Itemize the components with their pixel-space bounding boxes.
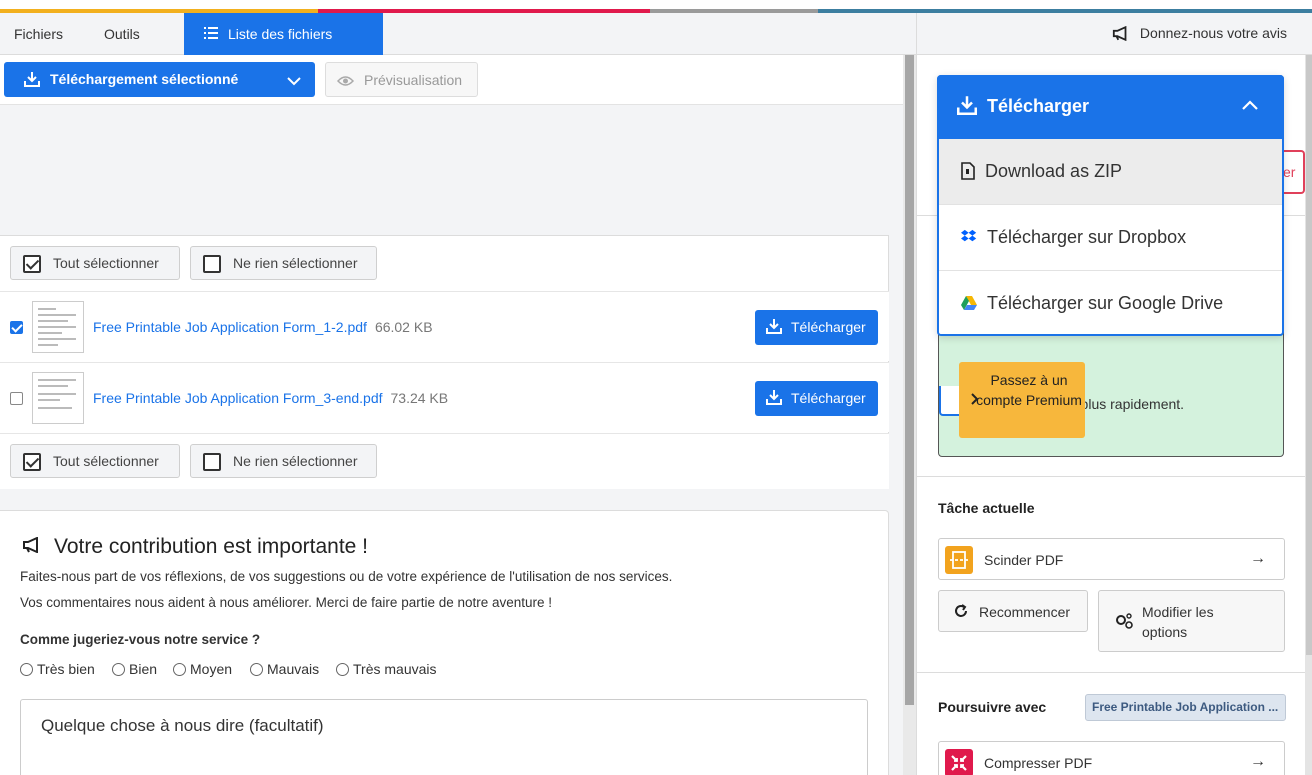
rating-option-very-bad[interactable]: Très mauvais xyxy=(336,661,437,677)
feedback-title: Votre contribution est importante ! xyxy=(54,535,369,558)
divider xyxy=(917,672,1305,673)
premium-upgrade-button[interactable]: Passez à un compte Premium xyxy=(959,362,1085,438)
select-all-button[interactable]: Tout sélectionner xyxy=(10,444,180,478)
file-list-pane: Fichiers Outils Liste des fichiers Téléc… xyxy=(0,13,916,775)
download-tray-icon xyxy=(766,310,782,345)
file-checkbox[interactable] xyxy=(10,392,23,405)
file-download-button[interactable]: Télécharger xyxy=(755,381,878,416)
file-size: 66.02 KB xyxy=(374,319,433,335)
checkbox-empty-icon xyxy=(203,453,221,471)
dropbox-option[interactable]: Télécharger sur Dropbox xyxy=(939,205,1282,271)
rating-question: Comme jugeriez-vous notre service ? xyxy=(20,632,261,647)
tab-tools[interactable]: Outils xyxy=(90,13,154,55)
tab-bar: Fichiers Outils Liste des fichiers xyxy=(0,13,916,55)
rating-option-very-good[interactable]: Très bien xyxy=(20,661,95,677)
left-scrollbar[interactable] xyxy=(903,55,916,775)
select-all-button[interactable]: Tout sélectionner xyxy=(10,246,180,280)
feedback-card: Votre contribution est importante ! Fait… xyxy=(0,510,889,775)
preview-button[interactable]: Prévisualisation xyxy=(325,62,478,97)
selection-footer: Tout sélectionner Ne rien sélectionner xyxy=(0,433,889,489)
file-row: Free Printable Job Application Form_1-2.… xyxy=(0,291,889,361)
zip-file-icon xyxy=(961,162,975,185)
download-tray-icon xyxy=(766,381,782,416)
download-dropdown-toggle[interactable]: Télécharger xyxy=(937,75,1284,139)
checkbox-checked-icon xyxy=(23,255,41,273)
selected-file-chip[interactable]: Free Printable Job Application ... xyxy=(1085,694,1286,721)
tab-file-list[interactable]: Liste des fichiers xyxy=(184,13,383,55)
checkbox-checked-icon xyxy=(23,453,41,471)
next-task-card[interactable]: Compresser PDF → xyxy=(938,741,1285,775)
file-thumbnail xyxy=(32,372,84,424)
download-tray-icon xyxy=(957,95,977,120)
restart-button[interactable]: Recommencer xyxy=(938,590,1088,632)
chevron-down-icon xyxy=(287,73,301,89)
toolbar: Téléchargement sélectionné Prévisualisat… xyxy=(0,55,903,105)
rating-option-good[interactable]: Bien xyxy=(112,661,157,677)
arrow-right-icon: → xyxy=(1250,753,1266,770)
sidebar-scrollbar[interactable] xyxy=(1305,55,1312,775)
rating-option-average[interactable]: Moyen xyxy=(173,661,232,677)
download-zip-option[interactable]: Download as ZIP xyxy=(939,139,1282,205)
dropbox-icon xyxy=(961,228,977,249)
partial-button[interactable]: er xyxy=(1283,150,1305,194)
feedback-description: Vos commentaires nous aident à nous amél… xyxy=(20,595,553,610)
scrollbar-thumb[interactable] xyxy=(1306,55,1312,655)
top-brand-stripe xyxy=(0,0,1312,13)
rating-option-bad[interactable]: Mauvais xyxy=(250,661,319,677)
split-pdf-icon xyxy=(945,546,973,574)
modify-options-button[interactable]: Modifier les options xyxy=(1098,590,1285,652)
megaphone-icon xyxy=(22,536,42,558)
download-tray-icon xyxy=(24,71,40,90)
scrollbar-thumb[interactable] xyxy=(905,55,914,705)
gears-icon xyxy=(1114,612,1134,633)
current-task-title: Tâche actuelle xyxy=(938,500,1035,516)
file-checkbox[interactable] xyxy=(10,321,23,334)
file-name-link[interactable]: Free Printable Job Application Form_3-en… xyxy=(93,390,448,406)
refresh-icon xyxy=(953,603,969,622)
select-none-button[interactable]: Ne rien sélectionner xyxy=(190,444,377,478)
download-selected-button[interactable]: Téléchargement sélectionné xyxy=(4,62,315,97)
list-icon xyxy=(204,13,218,55)
tab-files[interactable]: Fichiers xyxy=(0,13,77,55)
compress-pdf-icon xyxy=(945,749,973,775)
google-drive-option[interactable]: Télécharger sur Google Drive xyxy=(939,271,1282,337)
chevron-right-icon xyxy=(971,390,979,410)
file-list: Tout sélectionner Ne rien sélectionner F… xyxy=(0,235,889,489)
feedback-textarea[interactable]: Quelque chose à nous dire (facultatif) xyxy=(20,699,868,775)
download-dropdown-menu: Télécharger Download as ZIP Télécharger … xyxy=(937,75,1284,336)
current-task-card[interactable]: Scinder PDF → xyxy=(938,538,1285,580)
checkbox-empty-icon xyxy=(203,255,221,273)
feedback-description: Faites-nous part de vos réflexions, de v… xyxy=(20,569,673,584)
google-drive-icon xyxy=(961,294,977,315)
divider xyxy=(917,476,1305,477)
continue-with-title: Poursuivre avec xyxy=(938,699,1047,715)
arrow-right-icon: → xyxy=(1250,550,1266,567)
chevron-up-icon xyxy=(1242,95,1258,116)
file-row: Free Printable Job Application Form_3-en… xyxy=(0,362,889,432)
file-thumbnail xyxy=(32,301,84,353)
file-download-button[interactable]: Télécharger xyxy=(755,310,878,345)
eye-icon xyxy=(336,74,355,90)
file-size: 73.24 KB xyxy=(390,390,449,406)
feedback-link[interactable]: Donnez-nous votre avis xyxy=(1112,25,1287,44)
sidebar-header: Donnez-nous votre avis xyxy=(917,13,1312,55)
select-none-button[interactable]: Ne rien sélectionner xyxy=(190,246,377,280)
file-name-link[interactable]: Free Printable Job Application Form_1-2.… xyxy=(93,319,433,335)
megaphone-icon xyxy=(1112,25,1130,44)
